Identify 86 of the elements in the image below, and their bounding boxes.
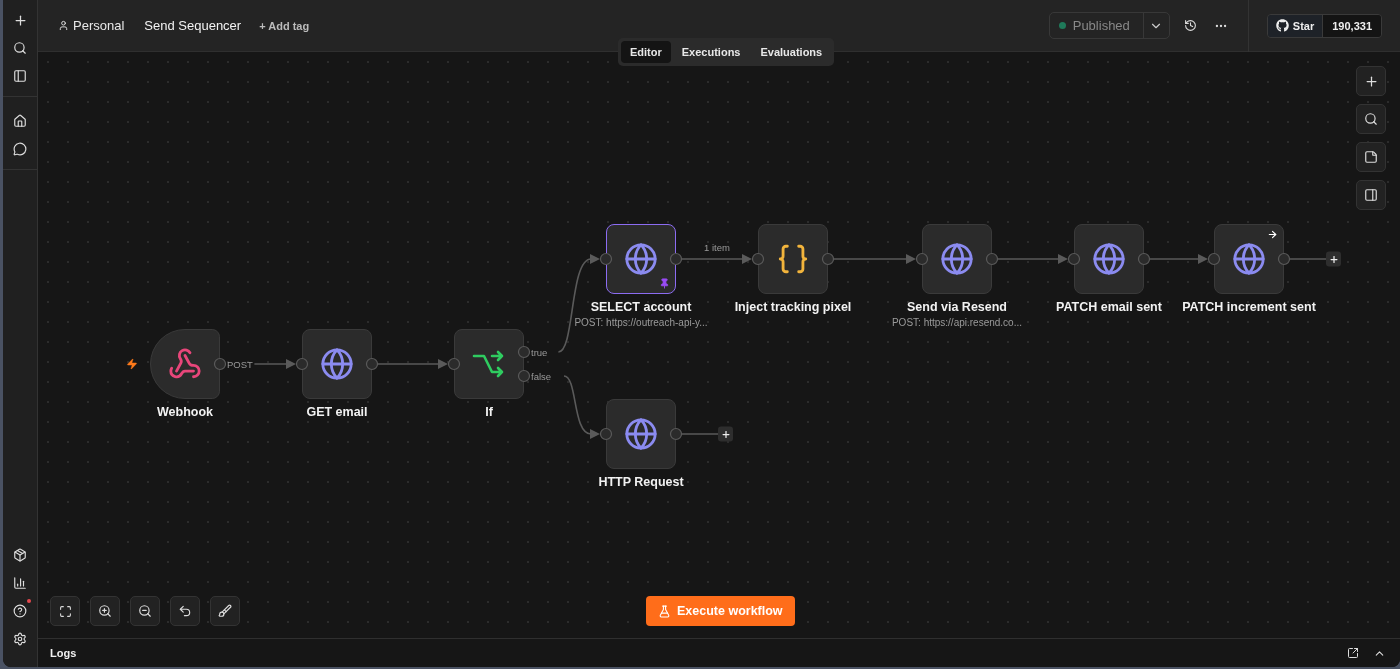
add-node-icon[interactable] xyxy=(1356,66,1386,96)
add-node-button[interactable] xyxy=(1326,251,1341,267)
port-handle[interactable] xyxy=(821,252,835,266)
view-tab[interactable]: Executions xyxy=(672,41,750,63)
github-star-button[interactable]: Star 190,331 xyxy=(1266,13,1382,38)
port-handle[interactable] xyxy=(1207,252,1221,266)
node-label: Inject tracking pixel xyxy=(734,300,852,314)
port-handle[interactable] xyxy=(365,357,379,371)
connector-line xyxy=(681,433,719,435)
port-handle[interactable] xyxy=(447,357,461,371)
globe-icon xyxy=(320,347,354,381)
connection-arrow[interactable] xyxy=(1149,254,1208,264)
connection-arrow[interactable] xyxy=(833,254,916,264)
globe-icon xyxy=(940,242,974,276)
port-handle[interactable] xyxy=(1277,252,1291,266)
port-handle[interactable] xyxy=(1067,252,1081,266)
node-label: Send via Resend xyxy=(906,300,1007,314)
webhook-icon xyxy=(168,347,202,381)
plus-icon xyxy=(720,429,731,439)
node-label: SELECT account xyxy=(590,300,692,314)
port-handle[interactable] xyxy=(669,427,683,441)
workflow-name[interactable]: Send Sequencer xyxy=(144,18,242,33)
flask-icon xyxy=(658,604,671,618)
user-icon xyxy=(58,20,69,31)
workflow-node[interactable] xyxy=(150,329,220,399)
add-tag-link[interactable]: + Add tag xyxy=(259,19,310,32)
port-handle[interactable] xyxy=(915,252,929,266)
workflow-node[interactable] xyxy=(1214,224,1284,294)
branch-icon xyxy=(472,349,506,379)
output-label: false xyxy=(531,370,552,382)
workflow-node[interactable] xyxy=(922,224,992,294)
view-tab[interactable]: Editor xyxy=(621,41,671,63)
brush-icon[interactable] xyxy=(210,596,240,626)
connection-arrow[interactable] xyxy=(563,375,600,439)
undo-icon[interactable] xyxy=(170,596,200,626)
node-label: Webhook xyxy=(157,405,213,419)
node-label: PATCH increment sent xyxy=(1182,300,1316,314)
search-icon[interactable] xyxy=(1356,104,1386,134)
node-label: PATCH email sent xyxy=(1056,300,1162,314)
workflow-node[interactable] xyxy=(758,224,828,294)
status-dot xyxy=(1058,22,1066,29)
output-label: POST xyxy=(227,358,253,370)
sticky-note-icon[interactable] xyxy=(1356,142,1386,172)
node-subtitle: POST: https://api.resend.co... xyxy=(891,317,1023,328)
project-breadcrumb[interactable]: Personal xyxy=(58,18,125,33)
globe-icon xyxy=(1092,242,1126,276)
port-handle[interactable] xyxy=(599,427,613,441)
workflow-node[interactable] xyxy=(606,399,676,469)
port-handle[interactable] xyxy=(213,357,227,371)
add-node-button[interactable] xyxy=(718,426,733,442)
node-subtitle: POST: https://outreach-api-y... xyxy=(574,317,708,328)
output-label: true xyxy=(531,346,548,358)
connector-line xyxy=(1289,258,1327,260)
workflow-node[interactable] xyxy=(454,329,524,399)
workflow-node[interactable] xyxy=(606,224,676,294)
lightning-icon xyxy=(126,358,138,370)
logs-title: Logs xyxy=(50,647,77,659)
port-handle[interactable] xyxy=(1137,252,1151,266)
github-icon xyxy=(1275,19,1289,32)
view-tab[interactable]: Evaluations xyxy=(751,41,832,63)
port-handle[interactable] xyxy=(599,252,613,266)
fit-view-icon[interactable] xyxy=(50,596,80,626)
connection-label: 1 item xyxy=(704,242,730,253)
workflow-node[interactable] xyxy=(1074,224,1144,294)
plus-icon xyxy=(1328,254,1339,264)
braces-icon xyxy=(776,242,810,276)
port-handle[interactable] xyxy=(517,369,531,383)
zoom-out-icon[interactable] xyxy=(130,596,160,626)
connection-arrow[interactable] xyxy=(253,359,296,369)
port-handle[interactable] xyxy=(669,252,683,266)
node-label: GET email xyxy=(306,405,368,419)
globe-icon xyxy=(1232,242,1266,276)
connection-arrow[interactable] xyxy=(681,254,752,264)
globe-icon xyxy=(624,242,658,276)
zoom-in-icon[interactable] xyxy=(90,596,120,626)
port-handle[interactable] xyxy=(517,345,531,359)
globe-icon xyxy=(624,417,658,451)
port-handle[interactable] xyxy=(751,252,765,266)
workflow-node[interactable] xyxy=(302,329,372,399)
connection-arrow[interactable] xyxy=(377,359,448,369)
panel-icon[interactable] xyxy=(1356,180,1386,210)
port-handle[interactable] xyxy=(295,357,309,371)
port-handle[interactable] xyxy=(985,252,999,266)
node-label: HTTP Request xyxy=(598,475,684,489)
connection-arrow[interactable] xyxy=(997,254,1068,264)
node-label: If xyxy=(485,405,493,419)
